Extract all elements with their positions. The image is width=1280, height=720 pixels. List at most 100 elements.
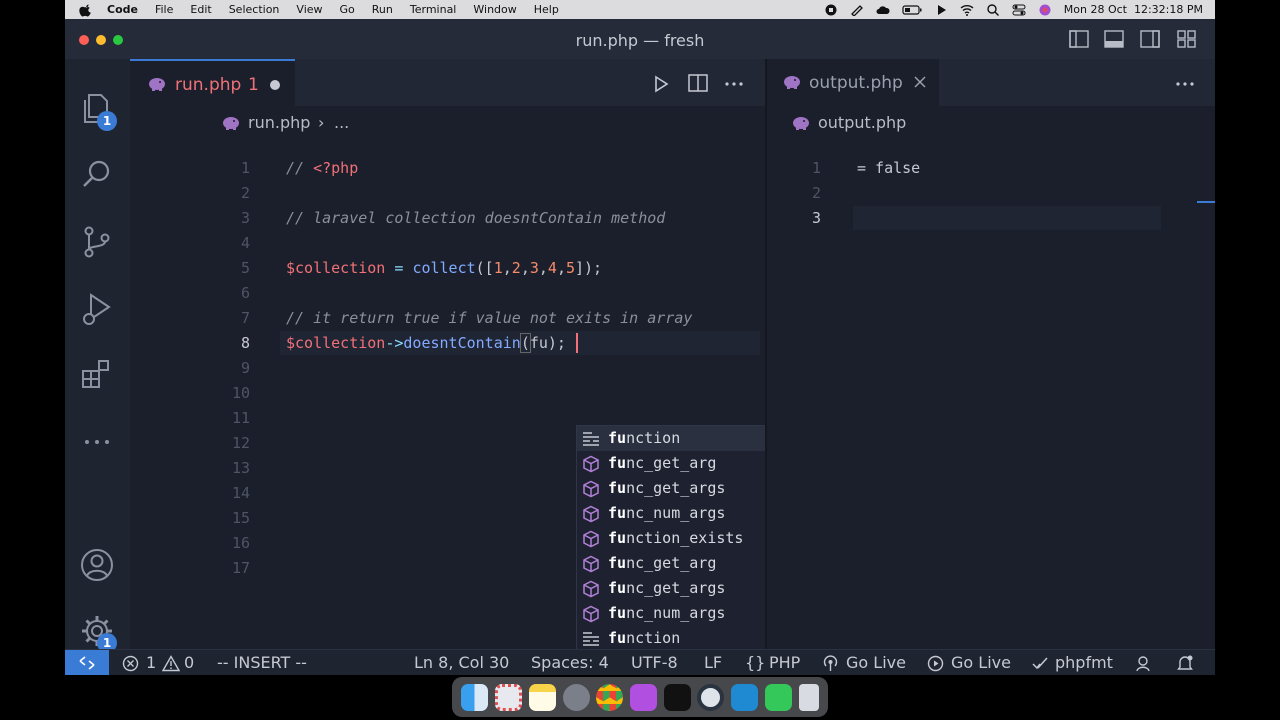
activity-bar: 1 1 bbox=[65, 59, 130, 653]
source-control-icon[interactable] bbox=[79, 224, 115, 260]
tab-problem-count: 1 bbox=[248, 75, 259, 95]
control-center-icon[interactable] bbox=[1012, 4, 1026, 16]
customize-layout-icon[interactable] bbox=[1177, 30, 1197, 48]
battery-icon[interactable] bbox=[902, 4, 922, 16]
close-tab-icon[interactable] bbox=[913, 75, 927, 89]
editor-right[interactable]: output.php 1 2 3 = false bbox=[767, 106, 1215, 649]
tab-output-php-label: output.php bbox=[809, 73, 903, 93]
play-icon[interactable] bbox=[934, 4, 948, 16]
line-number: 14 bbox=[231, 484, 250, 502]
menu-file[interactable]: File bbox=[155, 3, 173, 16]
siri-icon[interactable] bbox=[1038, 4, 1052, 16]
menu-help[interactable]: Help bbox=[534, 3, 559, 16]
formatter-status[interactable]: phpfmt bbox=[1055, 653, 1113, 672]
method-icon bbox=[582, 505, 600, 523]
quicktime-icon[interactable] bbox=[697, 683, 725, 711]
notes-icon[interactable] bbox=[528, 683, 556, 711]
menu-view[interactable]: View bbox=[296, 3, 322, 16]
title-bar: run.php — fresh bbox=[65, 19, 1215, 59]
line-number: 6 bbox=[240, 284, 250, 302]
record-icon[interactable] bbox=[824, 4, 838, 16]
menu-run[interactable]: Run bbox=[372, 3, 393, 16]
breadcrumb-rest[interactable]: ... bbox=[334, 113, 349, 132]
breadcrumb-file[interactable]: output.php bbox=[818, 113, 906, 132]
toggle-secondary-sidebar-icon[interactable] bbox=[1140, 30, 1160, 48]
chrome-icon[interactable] bbox=[596, 683, 624, 711]
menubar-datetime[interactable]: Mon 28 Oct 12:32:18 PM bbox=[1064, 3, 1203, 16]
scroll-indicator[interactable] bbox=[1197, 201, 1215, 203]
run-debug-icon[interactable] bbox=[79, 291, 115, 327]
suggestion-label: func_num_args bbox=[608, 504, 725, 522]
search-icon[interactable] bbox=[986, 3, 1000, 16]
macos-dock bbox=[452, 677, 828, 717]
search-icon[interactable] bbox=[79, 157, 115, 193]
remote-icon bbox=[79, 656, 95, 670]
menu-window[interactable]: Window bbox=[473, 3, 516, 16]
trash-icon[interactable] bbox=[798, 683, 819, 711]
more-actions-icon[interactable] bbox=[1175, 75, 1195, 93]
breadcrumb-file[interactable]: run.php bbox=[248, 113, 310, 132]
language-mode[interactable]: PHP bbox=[769, 653, 800, 672]
operator-token: = bbox=[385, 259, 413, 277]
vscode-icon[interactable] bbox=[731, 683, 759, 711]
warning-count[interactable]: 0 bbox=[184, 653, 194, 672]
punct-token: , bbox=[502, 259, 512, 277]
cloud-icon[interactable] bbox=[876, 4, 890, 16]
feedback-icon[interactable] bbox=[1135, 655, 1153, 672]
cursor-position[interactable]: Ln 8, Col 30 bbox=[414, 653, 509, 672]
typed-arg-token: fu bbox=[529, 334, 548, 352]
pen-icon[interactable] bbox=[850, 4, 864, 16]
method-icon bbox=[582, 580, 600, 598]
keyword-icon bbox=[582, 630, 600, 648]
status-bar: 1 0 -- INSERT -- Ln 8, Col 30 Spaces: 4 … bbox=[65, 649, 1215, 675]
suggestion-rest: nction bbox=[626, 629, 681, 647]
go-live-button-2[interactable]: Go Live bbox=[951, 653, 1011, 672]
tab-run-php[interactable]: run.php 1 bbox=[130, 59, 295, 106]
editor-tabs-right: output.php bbox=[767, 59, 1215, 106]
split-editor-icon[interactable] bbox=[688, 74, 708, 92]
line-number: 9 bbox=[240, 359, 250, 377]
accounts-icon[interactable] bbox=[79, 547, 115, 583]
menu-edit[interactable]: Edit bbox=[190, 3, 211, 16]
extensions-icon[interactable] bbox=[79, 357, 115, 393]
line-number: 13 bbox=[231, 459, 250, 477]
warning-icon[interactable] bbox=[162, 655, 180, 672]
facetime-icon[interactable] bbox=[764, 683, 792, 711]
finder-icon[interactable] bbox=[461, 683, 489, 711]
error-icon[interactable] bbox=[122, 655, 139, 672]
comment-token: // bbox=[286, 159, 314, 177]
more-actions-icon[interactable] bbox=[724, 75, 744, 93]
line-number: 2 bbox=[811, 184, 821, 202]
apple-tv-icon[interactable] bbox=[663, 683, 691, 711]
system-preferences-icon[interactable] bbox=[562, 683, 590, 711]
indentation[interactable]: Spaces: 4 bbox=[531, 653, 609, 672]
menu-code[interactable]: Code bbox=[107, 3, 138, 16]
notifications-bell-icon[interactable] bbox=[1176, 655, 1194, 672]
wifi-icon[interactable] bbox=[960, 4, 974, 16]
line-ending[interactable]: LF bbox=[704, 653, 722, 672]
play-circle-icon bbox=[927, 655, 944, 672]
toggle-panel-icon[interactable] bbox=[1104, 30, 1124, 48]
line-number: 15 bbox=[231, 509, 250, 527]
more-views-icon[interactable] bbox=[79, 424, 115, 460]
current-line-highlight bbox=[853, 206, 1161, 230]
vim-mode: -- INSERT -- bbox=[217, 653, 307, 672]
editor-left[interactable]: run.php › ... 1 2 3 4 5 6 7 8 9 10 11 12… bbox=[130, 106, 1172, 675]
method-icon bbox=[582, 480, 600, 498]
tab-output-php[interactable]: output.php bbox=[767, 59, 939, 106]
apple-logo-icon[interactable] bbox=[79, 3, 93, 17]
encoding[interactable]: UTF-8 bbox=[631, 653, 678, 672]
go-live-button[interactable]: Go Live bbox=[846, 653, 906, 672]
run-file-icon[interactable] bbox=[652, 75, 670, 93]
remote-indicator[interactable] bbox=[65, 650, 109, 675]
error-count[interactable]: 1 bbox=[146, 653, 156, 672]
suggestion-label: func_get_arg bbox=[608, 454, 716, 472]
menu-selection[interactable]: Selection bbox=[229, 3, 280, 16]
unsaved-dot-icon[interactable] bbox=[270, 80, 280, 90]
menu-go[interactable]: Go bbox=[340, 3, 355, 16]
suggestion-label: func_get_args bbox=[608, 579, 725, 597]
toggle-primary-sidebar-icon[interactable] bbox=[1069, 30, 1089, 48]
menu-terminal[interactable]: Terminal bbox=[410, 3, 457, 16]
launchpad-icon[interactable] bbox=[495, 683, 523, 711]
podcasts-icon[interactable] bbox=[629, 683, 657, 711]
